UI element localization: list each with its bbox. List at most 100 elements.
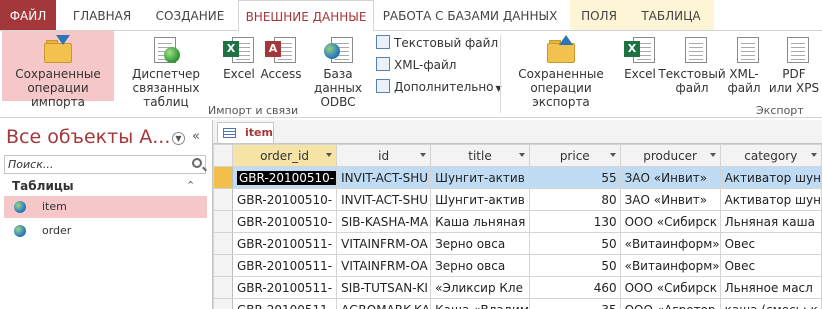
nav-item-item[interactable]: item (4, 196, 207, 218)
tab-home[interactable]: ГЛАВНАЯ (62, 0, 142, 30)
cell-order-id[interactable]: GBR-20100511- (231, 298, 338, 309)
table-row[interactable]: GBR-20100511- VITAINFRM-OA Зерно овса 50… (213, 232, 822, 255)
chevron-down-icon[interactable] (811, 153, 817, 157)
cell-price[interactable]: 460 (528, 276, 621, 299)
cell-title[interactable]: Каша «Владим (430, 298, 530, 309)
record-selector[interactable] (213, 188, 233, 211)
cell-order-id[interactable]: GBR-20100511- (231, 276, 338, 299)
table-row[interactable]: GBR-20100510- INVIT-ACT-SHU Шунгит-актив… (213, 166, 822, 189)
cell-category[interactable]: каша (смесь: к (719, 298, 822, 309)
cell-price[interactable]: 50 (528, 232, 621, 255)
cell-id[interactable]: VITAINFRM-OA (336, 232, 432, 255)
cell-title[interactable]: «Эликсир Кле (430, 276, 530, 299)
cell-id[interactable]: AGROMARK-KA (336, 298, 432, 309)
cell-category[interactable]: Льняная каша (719, 210, 822, 233)
cell-order-id[interactable]: GBR-20100510- (231, 166, 338, 189)
record-selector[interactable] (213, 166, 233, 189)
linked-table-manager-button[interactable]: Диспетчер связанных таблиц (114, 31, 218, 109)
record-selector[interactable] (213, 298, 233, 309)
chevron-down-icon[interactable]: ▼ (172, 132, 185, 145)
import-text-file-button[interactable]: Текстовый файл (376, 33, 498, 53)
import-access-button[interactable]: A Access (260, 31, 302, 101)
column-header-order-id[interactable]: order_id (231, 144, 338, 167)
table-row[interactable]: GBR-20100511- SIB-TUTSAN-KI «Эликсир Кле… (213, 276, 822, 299)
column-header-id[interactable]: id (336, 144, 432, 167)
column-header-category[interactable]: category (719, 144, 822, 167)
cell-price[interactable]: 50 (528, 254, 621, 277)
tab-create[interactable]: СОЗДАНИЕ (148, 0, 232, 30)
chevron-down-icon[interactable] (326, 153, 333, 157)
saved-imports-button[interactable]: Сохраненные операции импорта (2, 31, 114, 109)
tab-table[interactable]: ТАБЛИЦА (628, 0, 714, 30)
cell-order-id[interactable]: GBR-20100510- (231, 188, 338, 211)
column-header-producer[interactable]: producer (619, 144, 721, 167)
collapse-pane-icon[interactable]: « (192, 129, 200, 144)
cell-title[interactable]: Зерно овса (430, 254, 530, 277)
cell-producer[interactable]: ЗАО «Инвит» (619, 166, 721, 189)
cell-price[interactable]: 55 (528, 166, 621, 189)
cell-title[interactable]: Каша льняная (430, 210, 530, 233)
chevron-down-icon[interactable] (609, 153, 616, 157)
column-header-title[interactable]: title (430, 144, 530, 167)
saved-exports-button[interactable]: Сохраненные операции экспорта (504, 31, 618, 109)
nav-category-tables[interactable]: Таблицы (12, 179, 74, 193)
cell-title[interactable]: Шунгит-актив (430, 188, 530, 211)
nav-item-order[interactable]: order (4, 220, 207, 242)
nav-pane-title[interactable]: Все объекты А... (6, 126, 170, 148)
search-icon[interactable] (192, 158, 202, 168)
table-row[interactable]: GBR-20100510- INVIT-ACT-SHU Шунгит-актив… (213, 188, 822, 211)
cell-id[interactable]: SIB-KASHA-MA (336, 210, 432, 233)
cell-producer[interactable]: «Витаинформ» (619, 232, 721, 255)
export-text-button[interactable]: Текстовый файл (658, 31, 726, 101)
record-selector[interactable] (213, 254, 233, 277)
import-more-button[interactable]: Дополнительно ▼ (376, 77, 502, 97)
cell-producer[interactable]: ООО «Сибирск (619, 276, 721, 299)
select-all-corner[interactable] (213, 144, 233, 167)
cell-title[interactable]: Зерно овса (430, 232, 530, 255)
cell-price[interactable]: 130 (528, 210, 621, 233)
cell-title[interactable]: Шунгит-актив (430, 166, 530, 189)
cell-category[interactable]: Активатор шун (719, 188, 822, 211)
cell-category[interactable]: Активатор шун (719, 166, 822, 189)
column-header-price[interactable]: price (528, 144, 621, 167)
import-xml-file-button[interactable]: XML-файл (376, 55, 456, 75)
record-selector[interactable] (213, 276, 233, 299)
export-pdf-button[interactable]: PDF или XPS (766, 31, 822, 101)
tab-database-tools[interactable]: РАБОТА С БАЗАМИ ДАННЫХ (378, 0, 562, 30)
cell-order-id[interactable]: GBR-20100511- (231, 254, 338, 277)
cell-order-id[interactable]: GBR-20100511- (231, 232, 338, 255)
document-tab-item[interactable]: item (217, 122, 274, 143)
cell-category[interactable]: Овес (719, 232, 822, 255)
cell-price[interactable]: 35 (528, 298, 621, 309)
cell-producer[interactable]: ООО «Агротор (619, 298, 721, 309)
cell-category[interactable]: Овес (719, 254, 822, 277)
record-selector[interactable] (213, 232, 233, 255)
table-row[interactable]: GBR-20100511- AGROMARK-KA Каша «Владим 3… (213, 298, 822, 309)
import-odbc-button[interactable]: База данных ODBC (302, 31, 374, 109)
export-xml-button[interactable]: XML- файл (726, 31, 762, 101)
cell-producer[interactable]: ЗАО «Инвит» (619, 188, 721, 211)
tab-fields[interactable]: ПОЛЯ (570, 0, 628, 30)
table-row[interactable]: GBR-20100510- SIB-KASHA-MA Каша льняная … (213, 210, 822, 233)
cell-id[interactable]: INVIT-ACT-SHU (336, 188, 432, 211)
cell-id[interactable]: VITAINFRM-OA (336, 254, 432, 277)
tab-external-data[interactable]: ВНЕШНИЕ ДАННЫЕ (238, 0, 374, 32)
cell-order-id[interactable]: GBR-20100510- (231, 210, 338, 233)
table-row[interactable]: GBR-20100511- VITAINFRM-OA Зерно овса 50… (213, 254, 822, 277)
column-header-label: producer (643, 148, 697, 163)
record-selector[interactable] (213, 210, 233, 233)
cell-id[interactable]: INVIT-ACT-SHU (336, 166, 432, 189)
cell-price[interactable]: 80 (528, 188, 621, 211)
import-excel-button[interactable]: X Excel (220, 31, 258, 101)
cell-producer[interactable]: ООО «Сибирск (619, 210, 721, 233)
cell-producer[interactable]: «Витаинформ» (619, 254, 721, 277)
export-excel-button[interactable]: X Excel (622, 31, 658, 101)
chevron-up-icon[interactable]: ⌃ (186, 179, 195, 192)
chevron-down-icon[interactable] (420, 153, 427, 157)
cell-id[interactable]: SIB-TUTSAN-KI (336, 276, 432, 299)
tab-file[interactable]: ФАЙЛ (0, 0, 56, 30)
chevron-down-icon[interactable] (709, 153, 716, 157)
cell-category[interactable]: Льняное масл (719, 276, 822, 299)
nav-search-input[interactable]: Поиск... (4, 155, 206, 174)
chevron-down-icon[interactable] (518, 153, 525, 157)
